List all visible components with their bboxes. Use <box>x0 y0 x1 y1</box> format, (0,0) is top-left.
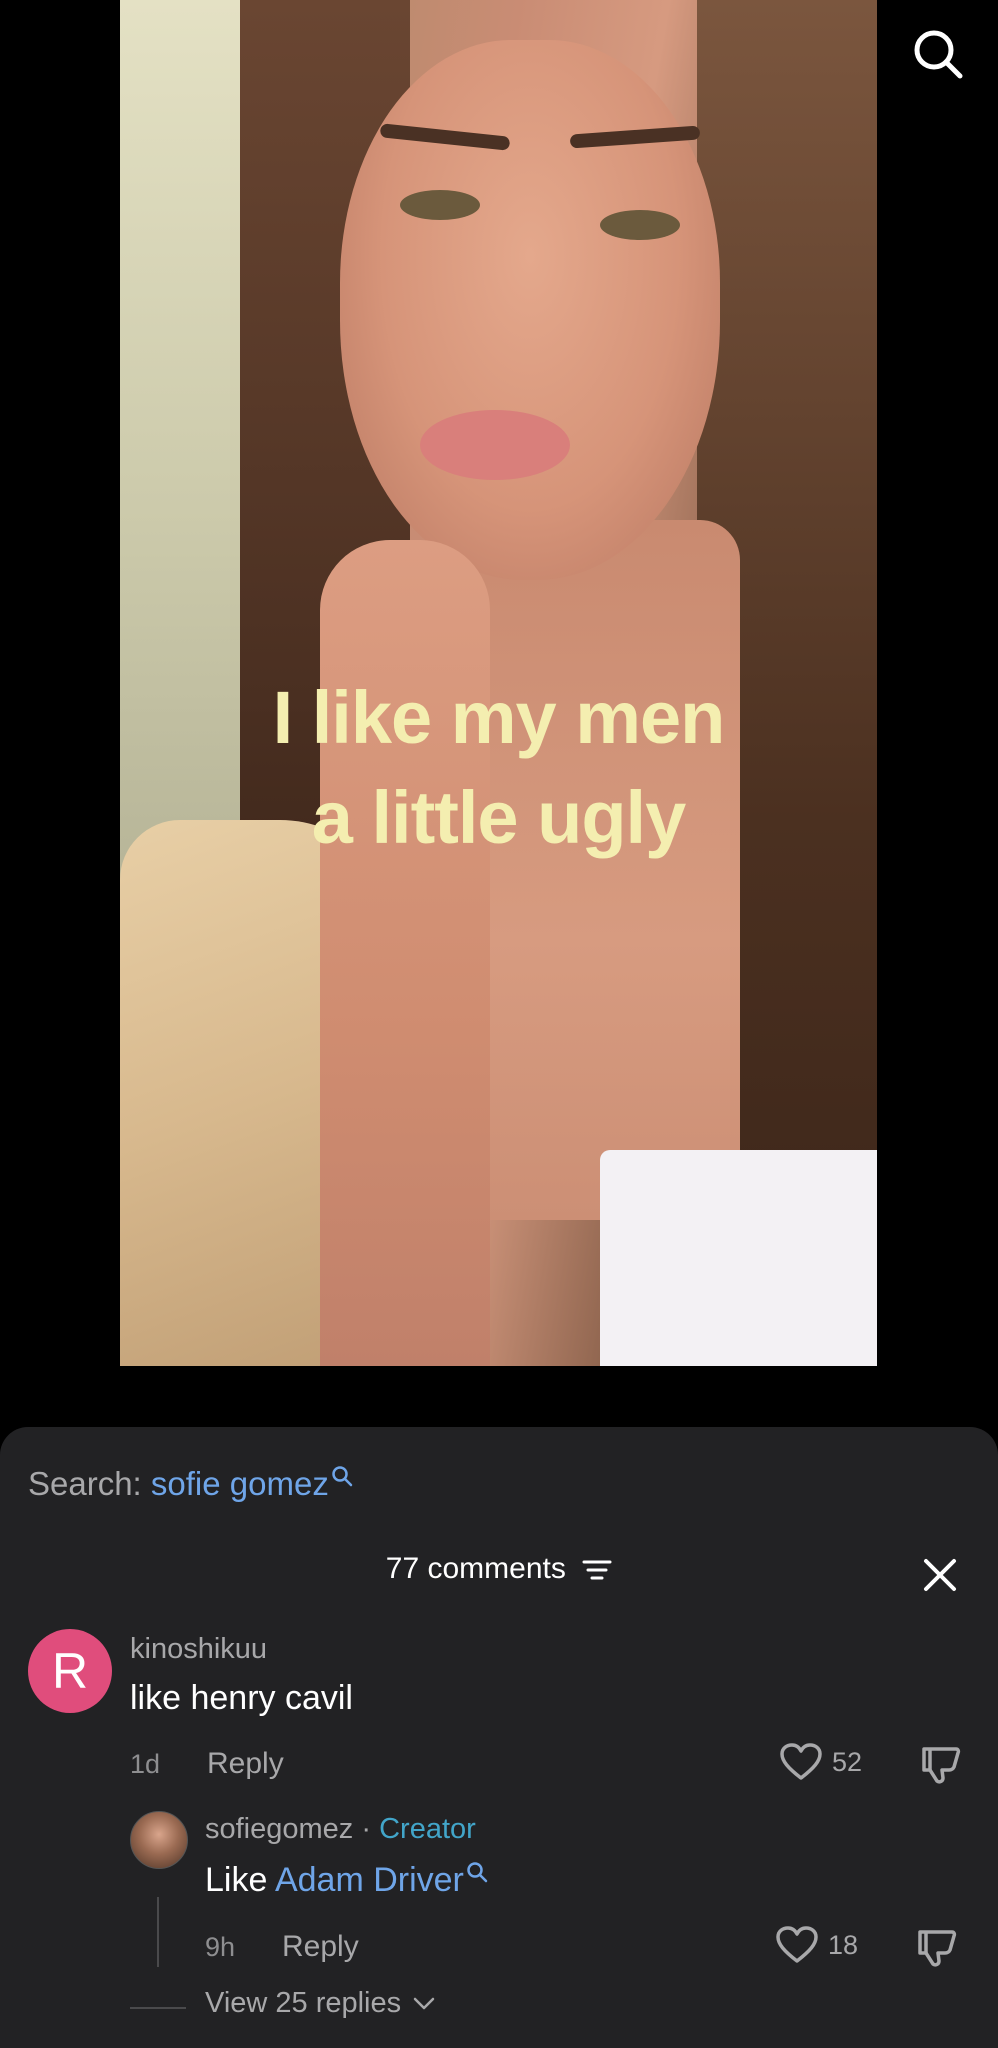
like-count: 18 <box>828 1929 859 1960</box>
heart-icon <box>776 1926 818 1963</box>
creator-badge: Creator <box>379 1813 476 1845</box>
search-button[interactable] <box>912 28 964 80</box>
reply-button[interactable]: Reply <box>282 1930 359 1964</box>
like-button[interactable]: 18 <box>776 1926 858 1964</box>
reply-separator: · <box>353 1813 380 1845</box>
filter-icon[interactable] <box>582 1558 612 1582</box>
search-icon <box>467 1862 488 1883</box>
video-eye-right <box>600 210 680 240</box>
close-icon <box>924 1559 956 1591</box>
video-lips <box>420 410 570 480</box>
reply-button[interactable]: Reply <box>207 1747 284 1781</box>
video-caption: I like my men a little ugly <box>120 668 877 868</box>
video-player[interactable]: I like my men a little ugly <box>120 0 877 1366</box>
dislike-button[interactable] <box>916 1926 958 1973</box>
like-count: 52 <box>832 1746 863 1777</box>
video-eye-left <box>400 190 480 220</box>
chevron-down-icon <box>413 1998 435 2010</box>
search-icon <box>332 1466 353 1487</box>
reply-username[interactable]: sofiegomez <box>205 1813 353 1845</box>
comments-count: 77 comments <box>385 1552 566 1585</box>
search-suggestion[interactable]: Search: sofie gomez <box>28 1465 353 1503</box>
like-button[interactable]: 52 <box>780 1743 862 1781</box>
dislike-icon <box>922 1747 961 1784</box>
heart-icon <box>780 1743 822 1780</box>
thread-line <box>157 1897 159 1967</box>
view-replies-label: View 25 replies <box>205 1987 402 2019</box>
reply-time: 9h <box>205 1932 236 1962</box>
search-suggestion-label: Search: <box>28 1465 142 1502</box>
view-replies-divider <box>130 2007 186 2009</box>
video-clothing <box>600 1150 877 1366</box>
reply-text: Like Adam Driver <box>205 1861 488 1900</box>
close-button[interactable] <box>920 1555 960 1595</box>
comments-sheet: Search: sofie gomez 77 comments R kinosh… <box>0 1427 998 2048</box>
dislike-button[interactable] <box>920 1743 962 1790</box>
creator-avatar[interactable] <box>130 1811 188 1869</box>
caption-line-2: a little ugly <box>311 776 687 859</box>
reply-mention[interactable]: Adam Driver <box>275 1861 464 1899</box>
view-replies-button[interactable]: View 25 replies <box>205 1987 435 2020</box>
comment-username[interactable]: kinoshikuu <box>130 1633 267 1666</box>
comment-time: 1d <box>130 1749 161 1779</box>
video-face <box>340 40 720 580</box>
search-icon <box>914 30 963 79</box>
video-arm <box>320 540 490 1366</box>
caption-line-1: I like my men <box>272 676 726 759</box>
search-suggestion-term[interactable]: sofie gomez <box>151 1465 329 1502</box>
dislike-icon <box>918 1930 957 1967</box>
reply-username-row: sofiegomez · Creator <box>205 1813 476 1846</box>
comments-header: 77 comments <box>0 1552 998 1586</box>
avatar[interactable]: R <box>28 1629 112 1713</box>
comment-text: like henry cavil <box>130 1679 353 1717</box>
reply-text-prefix: Like <box>205 1861 275 1899</box>
